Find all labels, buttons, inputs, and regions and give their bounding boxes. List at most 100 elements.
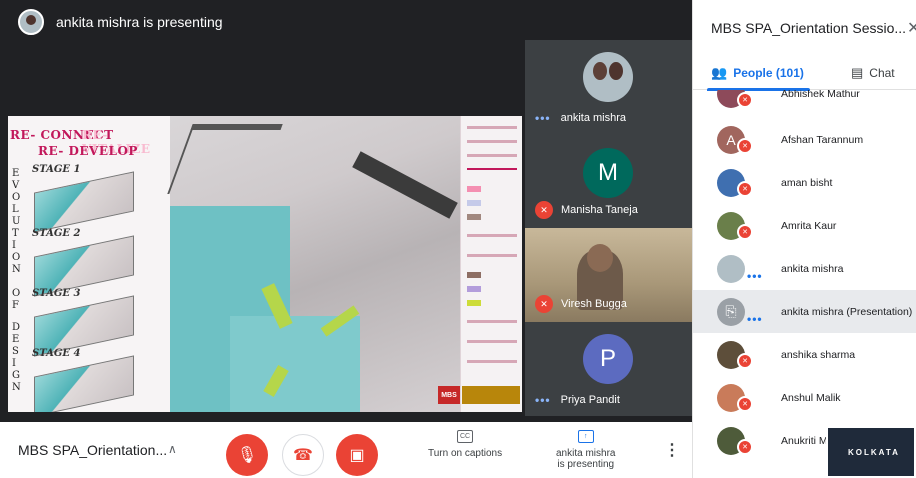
vertical-letter: I [12,358,16,369]
captions-button[interactable]: CC Turn on captions [428,430,502,459]
participant-row[interactable]: A ✕ Afshan Tarannum [693,118,916,161]
participant-row[interactable]: ✕ aman bisht [693,161,916,204]
stage-label: STAGE 2 [32,228,81,239]
bottom-bar: MBS SPA_Orientation... ∧ 🎙 ☎ ▣ CC Turn o… [0,422,692,478]
participant-name: ankita mishra [781,262,844,275]
stage-label: STAGE 4 [32,348,81,359]
legend-line [467,154,517,157]
vertical-letter: S [12,346,19,357]
speaking-dots-icon: ••• [535,393,551,407]
tab-chat-label: Chat [869,66,895,80]
side-tabs: 👥 People (101) ▤ Chat [693,56,916,91]
leave-call-button[interactable]: ☎ [282,434,324,476]
side-panel-title: MBS SPA_Orientation Sessio... [711,20,907,36]
legend-swatch [467,272,481,278]
vertical-letter: O [12,192,21,203]
mic-toggle-button[interactable]: 🎙 [226,434,268,476]
vertical-letter: G [12,370,20,381]
vertical-letter: E [12,334,20,345]
camera-off-icon: ▣ [349,447,365,464]
close-icon[interactable]: ✕ [907,18,916,38]
slide-legend [460,116,522,412]
tile-name-text: ankita mishra [560,112,627,124]
speaking-dots-icon: ••• [747,269,763,283]
tab-chat[interactable]: ▤ Chat [851,56,895,90]
participant-photo [583,52,633,102]
mic-off-icon: ✕ [737,439,753,455]
presenter-avatar [18,9,44,35]
stage-label: STAGE 1 [32,164,81,175]
participant-row[interactable]: ✕ anshika sharma [693,333,916,376]
self-view-thumbnail[interactable]: KOLKATA [826,426,916,478]
presenter-label: ankita mishra is presenting [56,14,223,30]
tile-name-text: Viresh Bugga [561,298,627,310]
presenting-button[interactable]: ↑ ankita mishra is presenting [556,430,615,470]
present-screen-icon: ↑ [577,430,594,443]
mic-off-icon: ✕ [737,138,753,154]
participant-row[interactable]: ••• ankita mishra [693,247,916,290]
shared-slide: RE- CONNECT RE- VITALIZE RE- DEVELOP E V… [8,116,522,412]
legend-line [467,320,517,323]
main-stage: ankita mishra is presenting RE- CONNECT … [0,0,692,422]
participant-name: Abhishek Mathur [781,90,860,100]
legend-swatch [467,286,481,292]
participant-tile[interactable]: M ✕ Manisha Taneja [525,134,692,228]
tab-people-label: People (101) [733,66,804,80]
school-logo [462,386,520,404]
participant-video-tile[interactable]: ✕ Viresh Bugga [525,228,692,322]
video-head [587,244,613,272]
legend-swatch [467,186,481,192]
meet-app: ankita mishra is presenting RE- CONNECT … [0,0,916,478]
legend-line [467,140,517,143]
vertical-letter: D [12,322,21,333]
mic-off-icon: 🎙 [236,447,258,464]
camera-toggle-button[interactable]: ▣ [336,434,378,476]
mic-off-icon: ✕ [535,201,553,219]
vertical-letter: O [12,288,21,299]
participant-row[interactable]: ✕ Amrita Kaur [693,204,916,247]
participant-name: anshika sharma [781,348,856,361]
people-icon: 👥 [711,65,728,80]
participant-row[interactable]: ⎘ ••• ankita mishra (Presentation) [693,290,916,333]
face [593,62,607,80]
mic-off-icon: ✕ [737,181,753,197]
captions-label: Turn on captions [428,448,503,459]
tile-name: ••• Priya Pandit [535,393,620,407]
slide-title-redevelop: RE- DEVELOP [38,144,138,158]
tab-people[interactable]: 👥 People (101) [707,56,810,91]
more-options-icon[interactable]: ⋮ [664,440,680,460]
participant-list: ✕ Abhishek Mathur A ✕ Afshan Tarannum ✕ aman b… [693,90,916,478]
participant-avatar [717,254,745,283]
speaking-dots-icon: ••• [747,312,763,326]
speaking-dots-icon: ••• [535,111,551,125]
participant-name: aman bisht [781,176,833,189]
chevron-up-icon[interactable]: ∧ [168,442,177,456]
legend-line [467,340,517,343]
legend-line [467,360,517,363]
participant-row[interactable]: ✕ Abhishek Mathur [693,90,916,115]
meeting-name[interactable]: MBS SPA_Orientation... [18,442,167,458]
vertical-letter: T [12,228,19,239]
participant-avatar: M [583,148,633,198]
mic-off-icon: ✕ [737,396,753,412]
legend-swatch [467,300,481,306]
mic-off-icon: ✕ [535,295,553,313]
legend-line [467,254,517,257]
participant-name: Anshul Malik [781,391,841,404]
chat-icon: ▤ [851,65,864,80]
tile-name: ✕ Viresh Bugga [535,295,627,313]
participant-avatar: P [583,334,633,384]
participant-row[interactable]: ✕ Anshul Malik [693,376,916,419]
vertical-letter: N [12,382,21,393]
legend-line [467,126,517,129]
stage-label: STAGE 3 [32,288,81,299]
vertical-letter: E [12,168,20,179]
participant-tile[interactable]: P ••• Priya Pandit [525,322,692,416]
mbs-logo: MBS [438,386,460,404]
participant-tile[interactable]: ••• ankita mishra [525,40,692,134]
stage-diagram [34,355,134,412]
legend-swatch [467,214,481,220]
tile-name: ✕ Manisha Taneja [535,201,638,219]
vertical-letter: O [12,252,21,263]
participant-name: Afshan Tarannum [781,133,864,146]
